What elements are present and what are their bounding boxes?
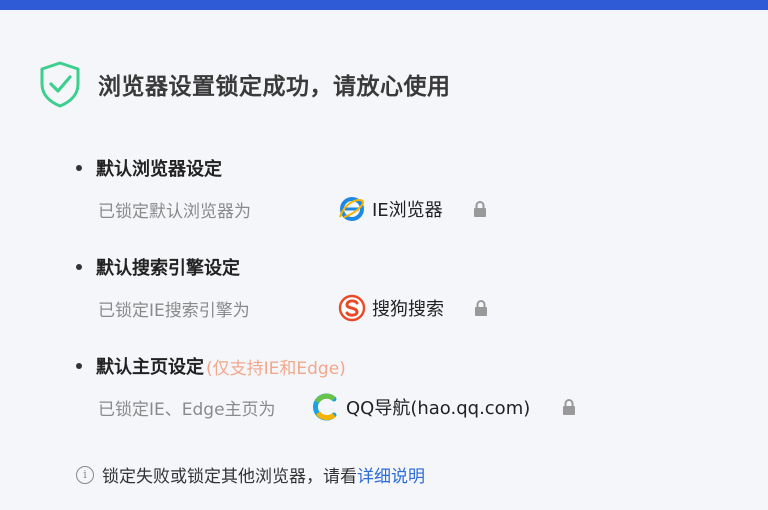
section-desc: 已锁定IE、Edge主页为 (98, 399, 276, 420)
lock-result-panel: 浏览器设置锁定成功，请放心使用 默认浏览器设定 已锁定默认浏览器为 IE浏览器 … (0, 10, 768, 510)
section-title: 默认主页设定 (96, 357, 204, 378)
page-title: 浏览器设置锁定成功，请放心使用 (98, 74, 451, 100)
help-row: i 锁定失败或锁定其他浏览器，请看 详细说明 (76, 462, 425, 487)
default-search-value: 搜狗搜索 (372, 299, 444, 320)
shield-check-icon (40, 61, 80, 108)
default-browser-value: IE浏览器 (372, 200, 443, 221)
section-title: 默认浏览器设定 (96, 159, 222, 180)
info-icon: i (76, 465, 94, 484)
bullet (76, 363, 82, 369)
lock-icon (473, 201, 486, 217)
window-top-bar (0, 0, 768, 10)
result-header: 浏览器设置锁定成功，请放心使用 (38, 60, 451, 108)
section-default-search: 默认搜索引擎设定 已锁定IE搜索引擎为 搜狗搜索 (76, 254, 488, 322)
lock-icon (563, 399, 576, 415)
default-homepage-value: QQ导航(hao.qq.com) (346, 398, 531, 419)
support-note: (仅支持IE和Edge) (206, 358, 346, 379)
section-desc: 已锁定IE搜索引擎为 (98, 300, 250, 321)
lock-icon (475, 300, 487, 316)
bullet (76, 264, 82, 270)
section-default-homepage: 默认主页设定 (仅支持IE和Edge) 已锁定IE、Edge主页为 QQ导航(h… (76, 353, 576, 421)
qq-nav-icon (313, 393, 337, 421)
help-text: 锁定失败或锁定其他浏览器，请看 (102, 467, 357, 487)
section-desc: 已锁定默认浏览器为 (98, 201, 251, 222)
section-title: 默认搜索引擎设定 (96, 258, 240, 279)
ie-icon (339, 197, 364, 221)
sogou-icon (338, 294, 366, 322)
bullet (76, 165, 82, 171)
details-link[interactable]: 详细说明 (357, 462, 425, 487)
section-default-browser: 默认浏览器设定 已锁定默认浏览器为 IE浏览器 (76, 155, 487, 223)
